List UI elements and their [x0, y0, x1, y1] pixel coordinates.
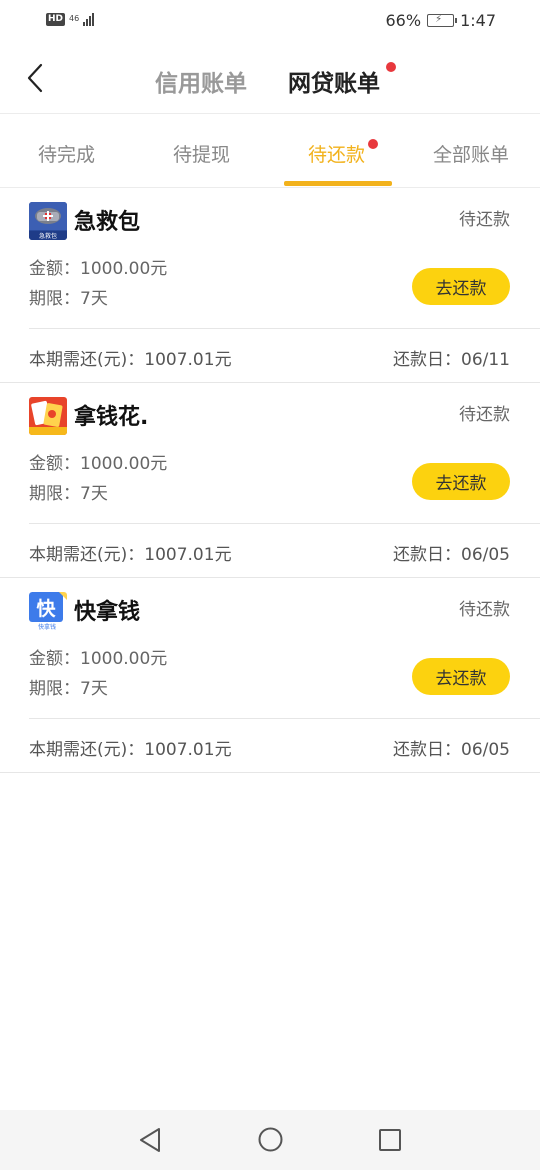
loan-list: 急救包 急救包 待还款 金额：1000.00元 期限：7天 去还款 本期需还(元… — [0, 188, 540, 773]
back-button[interactable] — [20, 60, 50, 96]
due-amount-text: 本期需还(元)：1007.01元 — [29, 350, 232, 370]
subtab-all-bills[interactable]: 全部账单 — [433, 140, 509, 167]
svg-text:快: 快 — [36, 597, 56, 620]
term-text: 期限：7天 — [29, 679, 108, 699]
due-date-text: 还款日：06/05 — [393, 740, 510, 760]
status-label: 待还款 — [459, 405, 510, 425]
status-label: 待还款 — [459, 210, 510, 230]
amount-text: 金额：1000.00元 — [29, 454, 168, 474]
repay-button[interactable]: 去还款 — [412, 463, 510, 500]
subtab-pending-complete[interactable]: 待完成 — [38, 140, 95, 167]
jijiubao-app-icon: 急救包 — [29, 202, 67, 240]
battery-percent: 66% — [385, 11, 422, 30]
active-tab-indicator — [284, 181, 392, 186]
system-nav-bar — [0, 1110, 540, 1170]
due-amount-text: 本期需还(元)：1007.01元 — [29, 545, 232, 565]
loan-card: 快 快拿钱 快拿钱 待还款 金额：1000.00元 期限：7天 去还款 本期需还… — [0, 578, 540, 773]
term-text: 期限：7天 — [29, 484, 108, 504]
nav-recent-apps-icon[interactable] — [378, 1128, 402, 1152]
app-name: 快拿钱 — [74, 600, 141, 625]
chevron-left-icon — [27, 63, 43, 93]
repay-button[interactable]: 去还款 — [412, 658, 510, 695]
signal-icon — [83, 12, 95, 26]
divider — [29, 718, 540, 719]
due-date-text: 还款日：06/11 — [393, 350, 510, 370]
subtab-pending-withdraw[interactable]: 待提现 — [173, 140, 230, 167]
term-text: 期限：7天 — [29, 289, 108, 309]
repay-button[interactable]: 去还款 — [412, 268, 510, 305]
status-left: HD 46 — [46, 12, 95, 26]
naqianhua-app-icon — [29, 397, 67, 435]
notification-dot — [368, 139, 378, 149]
hd-badge: HD — [46, 12, 66, 26]
header: 信用账单 网贷账单 — [0, 42, 540, 114]
svg-text:快拿钱: 快拿钱 — [38, 623, 56, 630]
amount-text: 金额：1000.00元 — [29, 259, 168, 279]
status-label: 待还款 — [459, 600, 510, 620]
subtabs: 待完成 待提现 待还款 全部账单 — [0, 114, 540, 188]
clock: 1:47 — [460, 11, 496, 30]
status-right: 66% ⚡ 1:47 — [386, 11, 497, 30]
app-name: 急救包 — [74, 210, 141, 235]
status-bar: HD 46 66% ⚡ 1:47 — [0, 0, 540, 42]
divider — [29, 328, 540, 329]
nav-back-icon[interactable] — [138, 1126, 162, 1154]
svg-text:急救包: 急救包 — [39, 232, 57, 240]
due-amount-text: 本期需还(元)：1007.01元 — [29, 740, 232, 760]
divider — [29, 523, 540, 524]
amount-text: 金额：1000.00元 — [29, 649, 168, 669]
notification-dot — [386, 62, 396, 72]
app-name: 拿钱花. — [74, 405, 149, 430]
tab-loan-bill[interactable]: 网贷账单 — [288, 64, 380, 98]
loan-card: 急救包 急救包 待还款 金额：1000.00元 期限：7天 去还款 本期需还(元… — [0, 188, 540, 383]
subtab-pending-repay[interactable]: 待还款 — [308, 140, 365, 167]
tab-credit-bill[interactable]: 信用账单 — [155, 64, 247, 98]
nav-home-icon[interactable] — [257, 1126, 284, 1153]
network-label: 46 — [69, 14, 80, 23]
due-date-text: 还款日：06/05 — [393, 545, 510, 565]
loan-card: 拿钱花. 待还款 金额：1000.00元 期限：7天 去还款 本期需还(元)：1… — [0, 383, 540, 578]
kuainaqian-app-icon: 快 快拿钱 — [29, 592, 67, 630]
battery-icon: ⚡ — [427, 14, 458, 27]
